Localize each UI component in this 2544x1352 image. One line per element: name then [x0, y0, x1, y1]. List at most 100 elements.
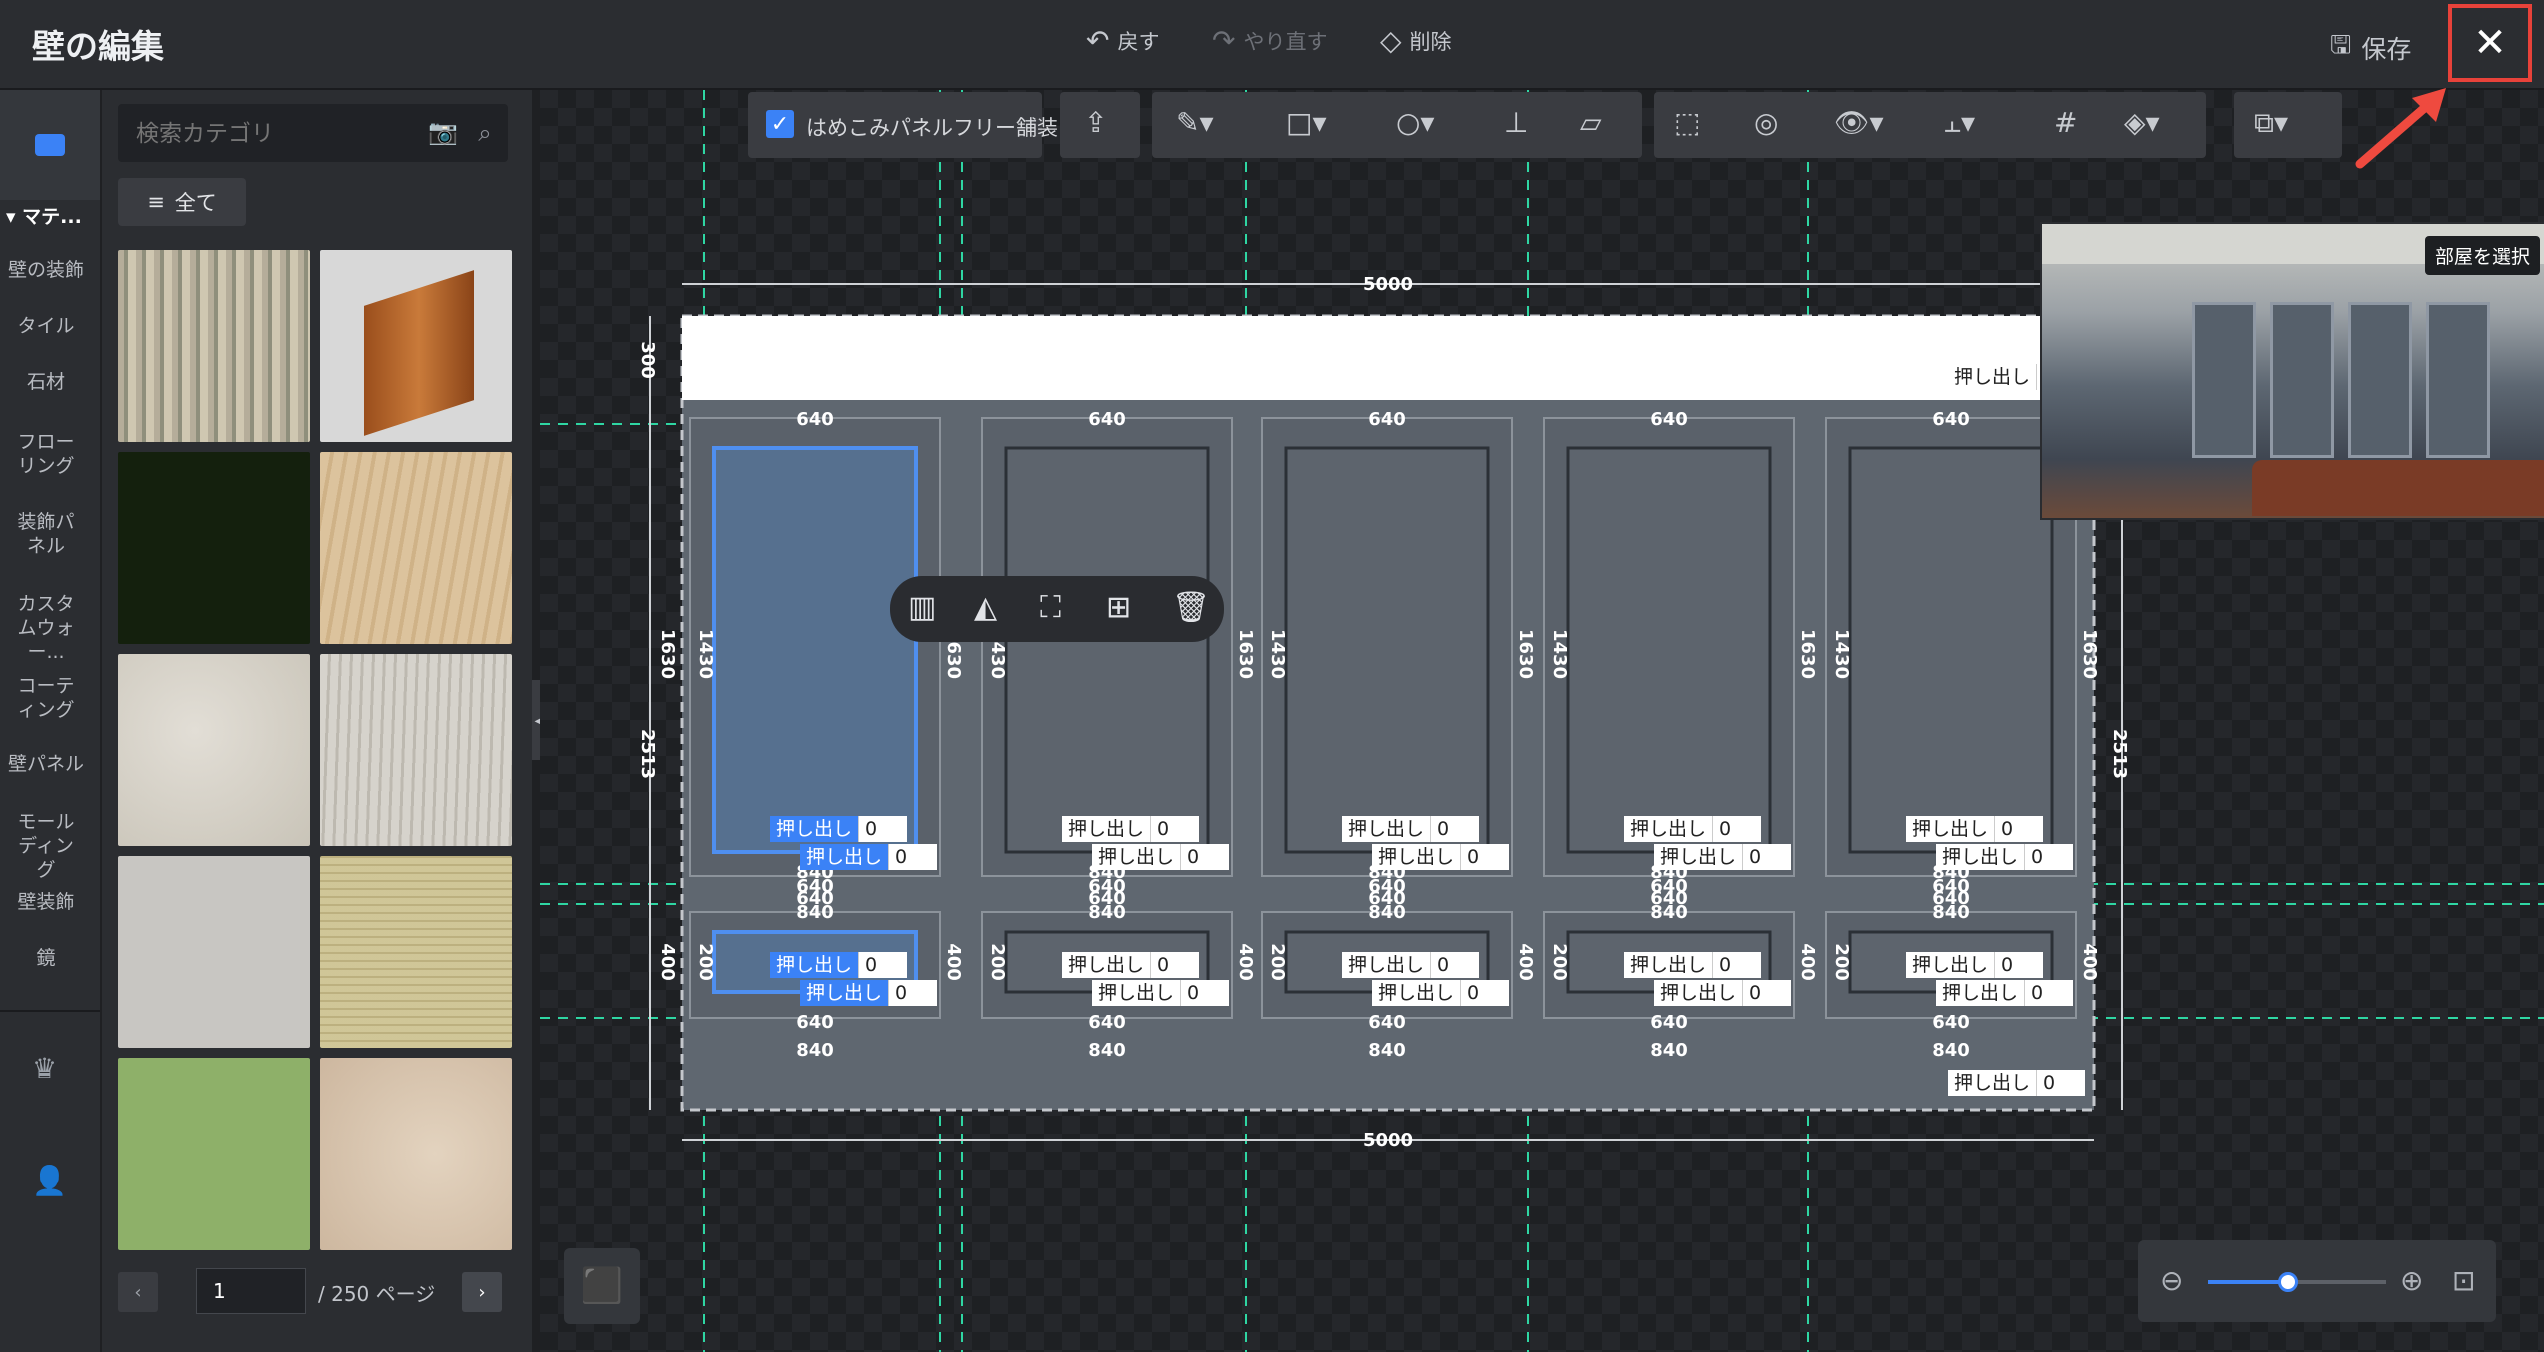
module-width-label: 840: [796, 382, 834, 403]
extrude-value[interactable]: 0: [1180, 980, 1230, 1006]
extrude-value[interactable]: 0: [1150, 816, 1200, 842]
upper-panel: [1848, 446, 2054, 854]
extrude-value[interactable]: 0: [1712, 816, 1762, 842]
extrude-value[interactable]: 0: [1430, 952, 1480, 978]
module-width-label: 840: [1368, 1040, 1406, 1061]
extrude-label-text: 押し出し: [1948, 364, 2037, 390]
mirror-icon[interactable]: ◭: [974, 590, 997, 625]
extrude-value[interactable]: 0: [1994, 952, 2044, 978]
measure-tool-icon[interactable]: ⊥: [1504, 106, 1528, 139]
zoom-out-icon[interactable]: ⊖: [2160, 1264, 2183, 1297]
zoom-slider-knob[interactable]: [2278, 1272, 2299, 1292]
preview-wall-panel: [2348, 302, 2412, 458]
fit-screen-icon[interactable]: ⊡: [2452, 1264, 2475, 1297]
zoom-in-icon[interactable]: ⊕: [2400, 1264, 2423, 1297]
split-icon[interactable]: ▥: [908, 590, 936, 625]
layers-icon[interactable]: ⧉▾: [2254, 106, 2288, 140]
room-preview[interactable]: 部屋を選択: [2040, 222, 2544, 520]
extrude-label[interactable]: 押し出し0: [1062, 816, 1200, 842]
edit-area-icon[interactable]: ▱: [1580, 106, 1602, 139]
module-width-label: 840: [1650, 1040, 1688, 1061]
extrude-label[interactable]: 押し出し0: [1906, 952, 2044, 978]
trash-icon[interactable]: 🗑: [1172, 590, 1210, 625]
wall-drawing[interactable]: 840 640 840 640 640 840 640 840 1430 1630 200 400 84…: [0, 0, 2544, 1352]
grid-icon[interactable]: #: [2054, 106, 2077, 139]
extrude-label[interactable]: 押し出し0: [1906, 816, 2044, 842]
extrude-label[interactable]: 押し出し0: [1372, 980, 1510, 1006]
extrude-value[interactable]: 0: [1712, 952, 1762, 978]
select-frame-icon[interactable]: ⬚: [1674, 106, 1700, 139]
extrude-label-text: 押し出し: [1936, 980, 2025, 1006]
extrude-label[interactable]: 押し出し0: [800, 844, 938, 870]
toolbar-group-upload: ⇪: [1060, 92, 1140, 158]
extrude-value[interactable]: 0: [1460, 980, 1510, 1006]
extrude-label-text: 押し出し: [1948, 1070, 2037, 1096]
extrude-label[interactable]: 押し出し0: [770, 952, 908, 978]
extrude-label[interactable]: 押し出し0: [1342, 952, 1480, 978]
module-width-label: 840: [796, 1040, 834, 1061]
module-height-label: 400: [943, 943, 964, 981]
extrude-label[interactable]: 押し出し0: [1936, 844, 2074, 870]
extrude-label[interactable]: 押し出し0: [1372, 844, 1510, 870]
extrude-label[interactable]: 押し出し0: [770, 816, 908, 842]
extrude-value[interactable]: 0: [1460, 844, 1510, 870]
panel-height-label: 200: [695, 943, 716, 981]
extrude-label-text: 押し出し: [1342, 816, 1431, 842]
extrude-label-text: 押し出し: [1906, 952, 1995, 978]
extrude-label-text: 押し出し: [1092, 980, 1181, 1006]
pen-tool-icon[interactable]: ✎▾: [1176, 106, 1214, 139]
panel-floating-toolbar: ▥ ◭ ⛶ ⊞ 🗑: [890, 576, 1224, 642]
circle-tool-icon[interactable]: ○▾: [1396, 106, 1435, 139]
extrude-value[interactable]: 0: [1180, 844, 1230, 870]
extrude-label-text: 押し出し: [1062, 952, 1151, 978]
extrude-label[interactable]: 押し出し0: [1342, 816, 1480, 842]
extrude-value[interactable]: 0: [1742, 844, 1792, 870]
extrude-value[interactable]: 0: [2024, 844, 2074, 870]
toolbar-group-draw: ✎▾ □▾ ○▾ ⊥ ▱: [1152, 92, 1642, 158]
extrude-label[interactable]: 押し出し0: [1624, 952, 1762, 978]
preview-sofa: [2252, 460, 2544, 516]
extrude-value[interactable]: 0: [1430, 816, 1480, 842]
extrude-value[interactable]: 0: [858, 952, 908, 978]
extrude-value[interactable]: 0: [2024, 980, 2074, 1006]
3d-view-button[interactable]: ⬛: [564, 1248, 640, 1324]
extrude-value[interactable]: 0: [858, 816, 908, 842]
zoom-control: ⊖ ⊕ ⊡: [2138, 1240, 2496, 1322]
rectangle-tool-icon[interactable]: □▾: [1286, 106, 1327, 139]
extrude-label[interactable]: 押し出し0: [1624, 816, 1762, 842]
extrude-value[interactable]: 0: [1742, 980, 1792, 1006]
panel-free-checkbox[interactable]: ✓: [766, 110, 794, 138]
extrude-value[interactable]: 0: [1150, 952, 1200, 978]
preview-wall-panel: [2426, 302, 2490, 458]
copy-icon[interactable]: ⊞: [1106, 590, 1131, 625]
panel-height-label: 200: [1831, 943, 1852, 981]
fit-icon[interactable]: ⛶: [1040, 590, 1061, 625]
total-width-label: 5000: [1363, 274, 1413, 295]
extrude-label[interactable]: 押し出し0: [1062, 952, 1200, 978]
extrude-label-text: 押し出し: [1372, 844, 1461, 870]
extrude-label[interactable]: 押し出し0: [800, 980, 938, 1006]
extrude-label[interactable]: 押し出し0: [1092, 844, 1230, 870]
eye-icon[interactable]: 👁▾: [1834, 106, 1884, 139]
extrude-label[interactable]: 押し出し0: [1654, 980, 1792, 1006]
lasso-icon[interactable]: ◎: [1754, 106, 1778, 139]
extrude-value[interactable]: 0: [1994, 816, 2044, 842]
extrude-label[interactable]: 押し出し0: [1948, 1070, 2086, 1096]
module-width-label: 840: [1650, 902, 1688, 923]
fill-icon[interactable]: ◈▾: [2124, 106, 2160, 139]
module-height-label: 1630: [1235, 629, 1256, 679]
upload-icon[interactable]: ⇪: [1084, 106, 1107, 139]
extrude-label[interactable]: 押し出し0: [1936, 980, 2074, 1006]
zoom-slider[interactable]: [2208, 1272, 2386, 1292]
extrude-value[interactable]: 0: [888, 980, 938, 1006]
room-select-button[interactable]: 部屋を選択: [2424, 236, 2540, 275]
extrude-value[interactable]: 0: [888, 844, 938, 870]
extrude-label-text: 押し出し: [1342, 952, 1431, 978]
panel-height-label: 1430: [1831, 629, 1852, 679]
extrude-value[interactable]: 0: [2036, 1070, 2086, 1096]
extrude-label[interactable]: 押し出し0: [1092, 980, 1230, 1006]
module-height-label: 400: [1515, 943, 1536, 981]
panel-free-toggle[interactable]: ✓ はめこみパネルフリー舗装: [748, 92, 1058, 158]
extrude-label[interactable]: 押し出し0: [1654, 844, 1792, 870]
align-icon[interactable]: ⫠▾: [1944, 106, 1975, 140]
